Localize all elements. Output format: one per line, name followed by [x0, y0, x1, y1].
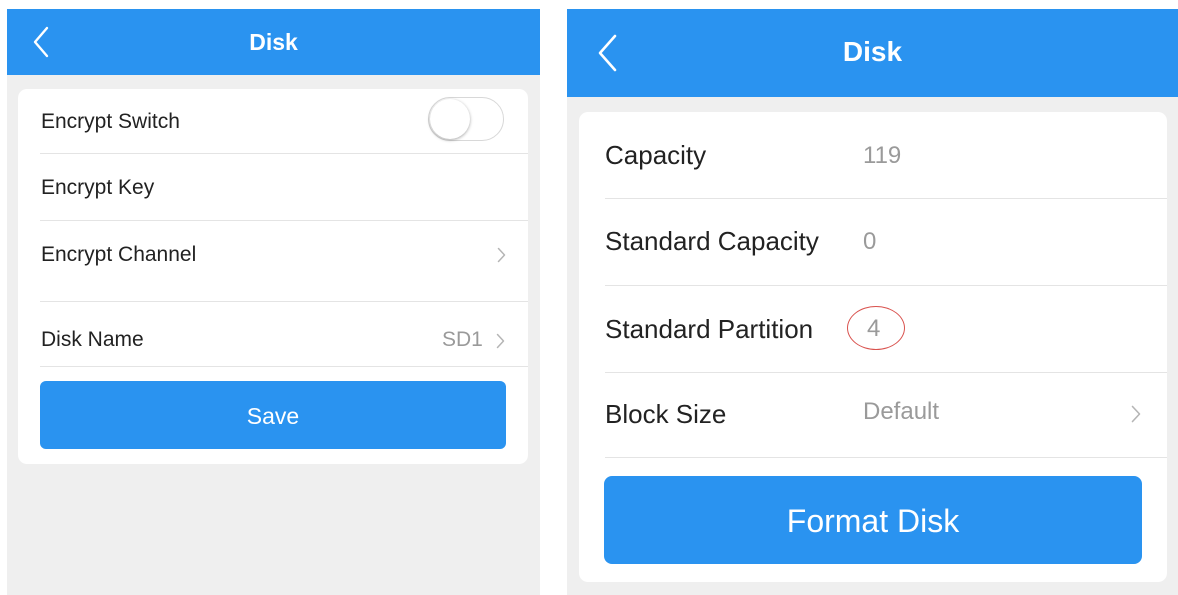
page-title: Disk — [842, 36, 903, 67]
app-header: Disk — [567, 9, 1178, 97]
standard-partition-label: Standard Partition — [605, 314, 814, 344]
save-button[interactable]: Save — [40, 381, 506, 449]
disk-name-value: SD1 — [442, 328, 483, 351]
encrypt-switch-row: Encrypt Switch — [18, 89, 528, 153]
capacity-label: Capacity — [605, 140, 707, 170]
disk-screen-left: Disk Encrypt Switch Encrypt Key Encrypt … — [7, 9, 540, 595]
disk-name-label: Disk Name — [41, 328, 144, 351]
chevron-right-icon — [1131, 405, 1141, 423]
capacity-value: 119 — [863, 142, 902, 169]
disk-name-row[interactable]: Disk Name SD1 — [18, 302, 528, 366]
divider — [605, 457, 1167, 458]
block-size-value: Default — [863, 398, 940, 425]
encrypt-key-row[interactable]: Encrypt Key — [18, 154, 528, 220]
encrypt-key-label: Encrypt Key — [41, 176, 155, 199]
encrypt-channel-row[interactable]: Encrypt Channel — [18, 221, 528, 301]
chevron-right-icon — [497, 247, 506, 263]
settings-card: Encrypt Switch Encrypt Key Encrypt Chann… — [18, 89, 528, 464]
page-title: Disk — [249, 29, 298, 55]
standard-capacity-row: Standard Capacity 0 — [579, 199, 1167, 285]
disk-screen-right: Disk Capacity 119 Standard Capacity 0 St… — [567, 9, 1178, 595]
disk-info-card: Capacity 119 Standard Capacity 0 Standar… — [579, 112, 1167, 582]
capacity-row: Capacity 119 — [579, 112, 1167, 198]
encrypt-channel-label: Encrypt Channel — [41, 243, 197, 266]
standard-capacity-label: Standard Capacity — [605, 226, 819, 256]
encrypt-switch-toggle[interactable] — [428, 97, 504, 141]
app-header: Disk — [7, 9, 540, 75]
block-size-row[interactable]: Block Size Default — [579, 373, 1167, 457]
encrypt-switch-label: Encrypt Switch — [41, 110, 180, 133]
toggle-knob — [430, 99, 470, 139]
block-size-label: Block Size — [605, 399, 727, 429]
annotation-circle — [847, 306, 905, 350]
chevron-right-icon — [496, 333, 505, 349]
format-disk-button[interactable]: Format Disk — [604, 476, 1142, 564]
divider — [40, 366, 528, 367]
standard-capacity-value: 0 — [863, 228, 877, 255]
